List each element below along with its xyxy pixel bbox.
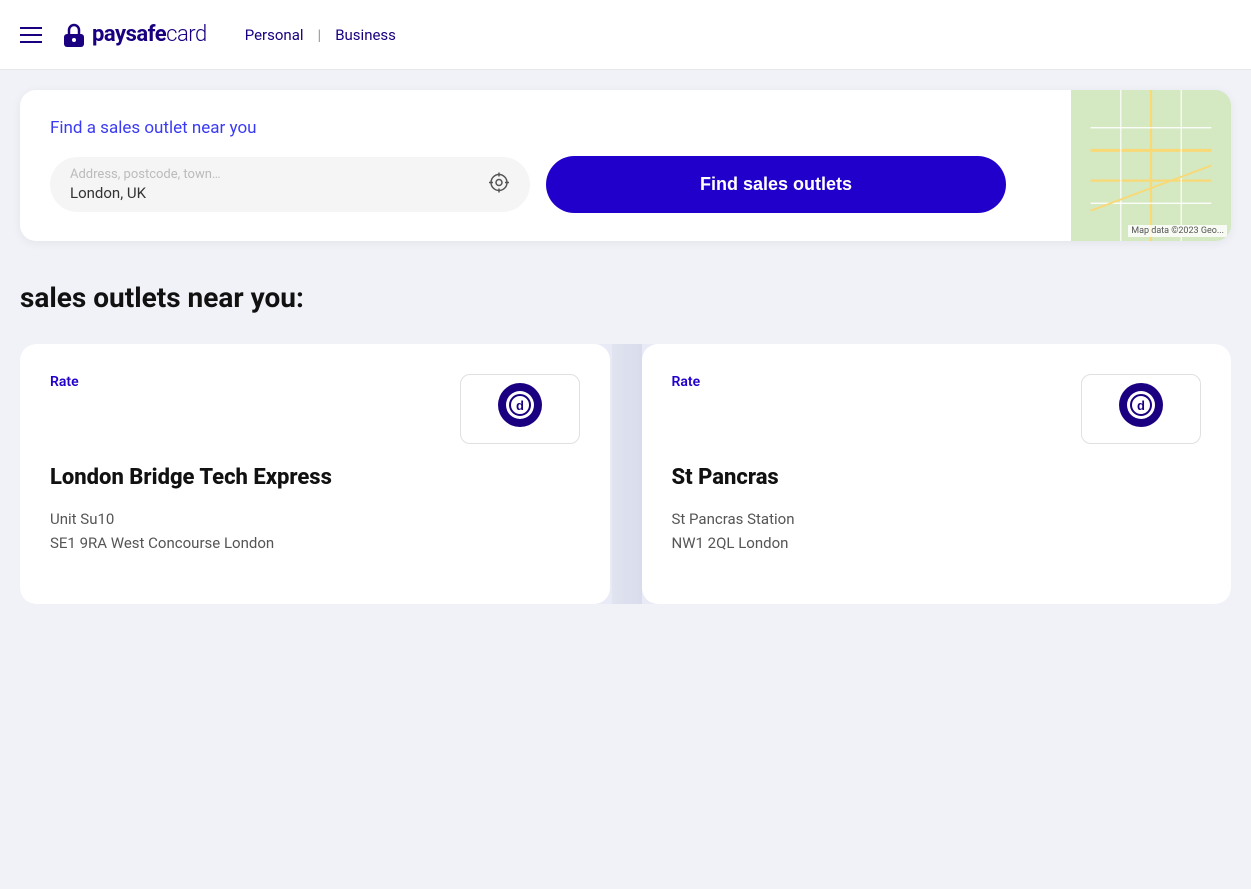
main-nav: Personal | Business	[237, 22, 404, 48]
rate-label-1: Rate	[50, 374, 79, 390]
results-section: sales outlets near you: Rate d London Br…	[0, 241, 1251, 624]
cards-divider	[612, 344, 642, 604]
outlet-name-2: St Pancras	[672, 464, 1202, 493]
nav-business[interactable]: Business	[327, 22, 404, 48]
search-title: Find a sales outlet near you	[50, 118, 1201, 138]
rate-label-2: Rate	[672, 374, 701, 390]
site-header: paysafecard Personal | Business	[0, 0, 1251, 70]
outlet-address-1: Unit Su10 SE1 9RA West Concourse London	[50, 507, 580, 555]
location-crosshair-icon[interactable]	[488, 171, 510, 198]
search-value: London, UK	[70, 184, 510, 202]
search-input-wrapper[interactable]: Address, postcode, town… London, UK	[50, 157, 530, 212]
outlet-pin-icon-1: d	[498, 383, 542, 435]
lock-icon	[60, 21, 88, 49]
svg-text:d: d	[516, 398, 524, 413]
search-placeholder: Address, postcode, town…	[70, 167, 510, 182]
card-top-row-2: Rate d	[672, 374, 1202, 444]
outlet-pin-icon-2: d	[1119, 383, 1163, 435]
outlet-icon-box-2: d	[1081, 374, 1201, 444]
svg-text:d: d	[1137, 398, 1145, 413]
map-credit: Map data ©2023 Geo...	[1128, 225, 1227, 237]
logo[interactable]: paysafecard	[60, 21, 207, 49]
outlet-icon-box-1: d	[460, 374, 580, 444]
outlet-cards-row: Rate d London Bridge Tech Express Unit S…	[20, 344, 1231, 604]
outlet-address-2: St Pancras Station NW1 2QL London	[672, 507, 1202, 555]
search-row: Address, postcode, town… London, UK Find…	[50, 156, 1201, 213]
hamburger-menu-icon[interactable]	[20, 27, 42, 43]
results-title: sales outlets near you:	[20, 281, 1231, 314]
outlet-card-2[interactable]: Rate d St Pancras St Pancras Station NW1…	[642, 344, 1232, 604]
find-sales-outlets-button[interactable]: Find sales outlets	[546, 156, 1006, 213]
outlet-card-1[interactable]: Rate d London Bridge Tech Express Unit S…	[20, 344, 610, 604]
nav-personal[interactable]: Personal	[237, 22, 312, 48]
card-top-row-1: Rate d	[50, 374, 580, 444]
outlet-name-1: London Bridge Tech Express	[50, 464, 580, 493]
search-section: Find a sales outlet near you Address, po…	[20, 90, 1231, 241]
nav-separator: |	[318, 26, 322, 44]
map-thumbnail: Map data ©2023 Geo...	[1071, 90, 1231, 241]
